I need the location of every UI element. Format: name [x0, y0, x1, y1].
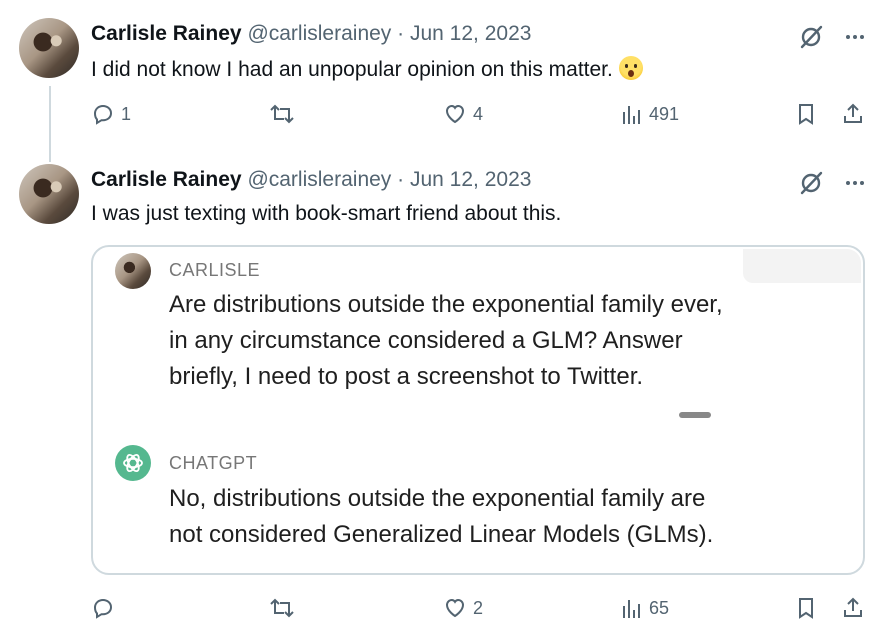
author-avatar[interactable] — [19, 164, 79, 224]
like-count: 2 — [473, 597, 484, 618]
reply-count: 1 — [121, 103, 132, 124]
openai-logo-icon — [123, 454, 143, 472]
carlisle-avatar — [115, 253, 151, 289]
author-handle[interactable]: @carlislerainey — [247, 22, 391, 45]
bookmark-icon — [799, 104, 813, 125]
author-name[interactable]: Carlisle Rainey — [91, 168, 242, 191]
chatgpt-message-line: not considered Generalized Linear Models… — [169, 521, 714, 548]
author-name[interactable]: Carlisle Rainey — [91, 22, 242, 45]
tweet-text-content: I did not know I had an unpopular opinio… — [91, 58, 613, 81]
tweet-header: Carlisle Rainey @carlislerainey · Jun 12… — [91, 22, 531, 46]
more-options-icon[interactable] — [844, 172, 866, 194]
views-count: 65 — [649, 597, 670, 618]
share-button[interactable] — [841, 596, 865, 620]
grok-icon[interactable] — [798, 170, 824, 196]
tweet-top-icons — [798, 24, 866, 50]
bookmark-button[interactable] — [795, 596, 817, 620]
heart-icon — [445, 104, 465, 124]
tweet-actions: 1 4 491 — [91, 102, 867, 132]
quoted-screenshot-card[interactable]: CARLISLE Are distributions outside the e… — [91, 245, 865, 575]
like-count: 4 — [473, 103, 484, 124]
author-avatar[interactable] — [19, 18, 79, 78]
grok-icon[interactable] — [798, 24, 824, 50]
tweet-date[interactable]: · Jun 12, 2023 — [397, 22, 531, 45]
tweet-actions: 2 65 — [91, 596, 867, 626]
share-icon — [844, 597, 862, 617]
author-handle[interactable]: @carlislerainey — [247, 168, 391, 191]
reply-button[interactable]: 1 — [91, 102, 131, 126]
views-count: 491 — [649, 103, 680, 124]
user-message-line: Are distributions outside the exponentia… — [169, 291, 723, 318]
share-icon — [844, 103, 862, 123]
redaction-smudge — [679, 412, 711, 418]
astonished-face-icon — [618, 56, 643, 80]
bookmark-button[interactable] — [795, 102, 817, 126]
user-message-line: briefly, I need to post a screenshot to … — [169, 363, 644, 390]
share-button[interactable] — [841, 102, 865, 126]
retweet-icon — [270, 598, 294, 618]
thread-connector-line — [49, 86, 51, 162]
reply-icon — [93, 598, 113, 619]
views-icon — [623, 106, 640, 124]
heart-icon — [445, 598, 465, 618]
like-button[interactable]: 4 — [443, 102, 483, 126]
chatgpt-label: CHATGPT — [169, 453, 258, 473]
tweet-top-icons — [798, 170, 866, 196]
chatgpt-avatar — [115, 445, 151, 481]
views-icon — [623, 600, 640, 618]
reply-button[interactable] — [91, 596, 121, 620]
tweet-date[interactable]: · Jun 12, 2023 — [397, 168, 531, 191]
bookmark-icon — [799, 598, 813, 619]
retweet-button[interactable] — [269, 102, 301, 126]
views-button[interactable]: 65 — [621, 596, 669, 620]
tweet-text: I was just texting with book-smart frien… — [91, 202, 562, 225]
user-message-line: in any circumstance considered a GLM? An… — [169, 327, 683, 354]
retweet-icon — [270, 104, 294, 124]
screenshot-corner-tab — [743, 249, 861, 283]
tweet-header: Carlisle Rainey @carlislerainey · Jun 12… — [91, 168, 531, 192]
chatgpt-message: No, distributions outside the exponentia… — [169, 481, 713, 553]
views-button[interactable]: 491 — [621, 102, 679, 126]
chatgpt-message-line: No, distributions outside the exponentia… — [169, 485, 706, 512]
user-message: Are distributions outside the exponentia… — [169, 287, 723, 395]
user-label: CARLISLE — [169, 260, 261, 280]
like-button[interactable]: 2 — [443, 596, 483, 620]
more-options-icon[interactable] — [844, 26, 866, 48]
tweet-text: I did not know I had an unpopular opinio… — [91, 56, 643, 82]
reply-icon — [93, 104, 113, 125]
retweet-button[interactable] — [269, 596, 301, 620]
